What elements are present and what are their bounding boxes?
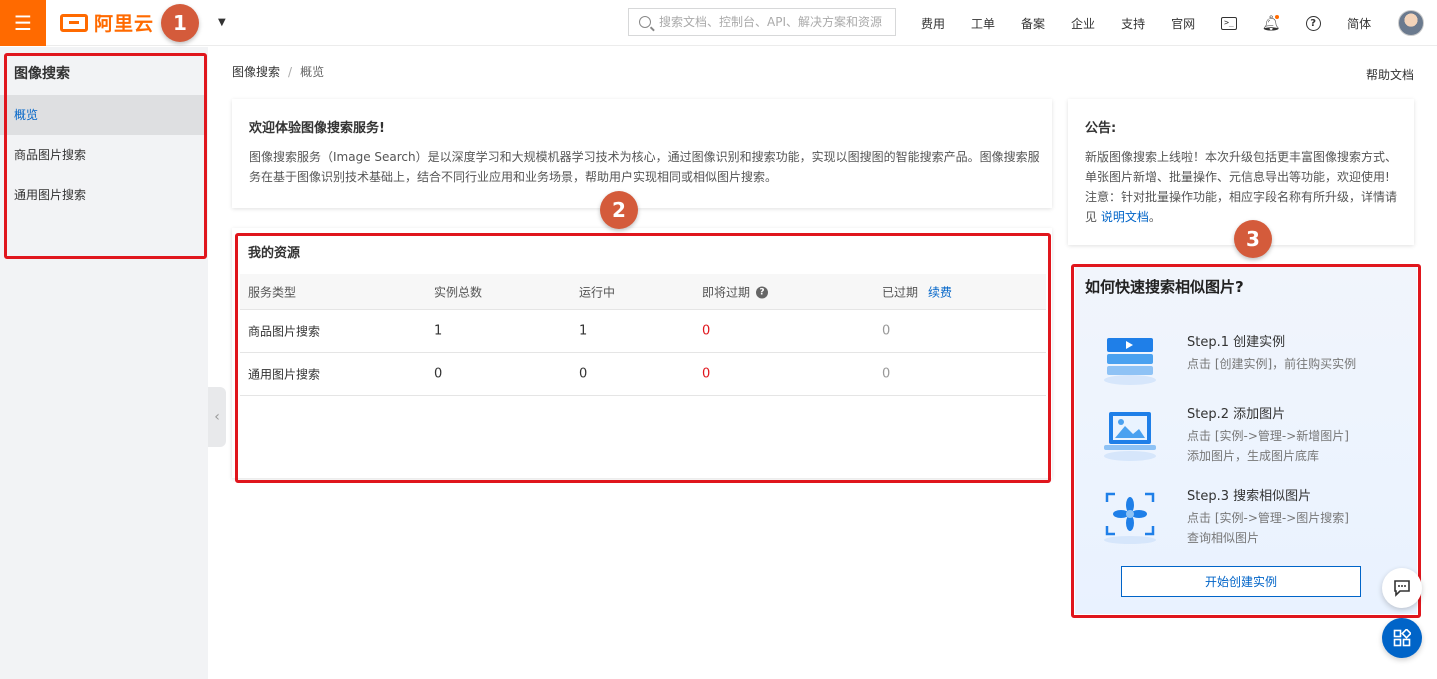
language-switch[interactable]: 简体 <box>1347 15 1371 32</box>
welcome-desc-line2: 务在基于图像识别技术基础上，结合不同行业应用和业务场景，帮助用户实现相同或相似图… <box>249 170 778 184</box>
renew-link[interactable]: 续费 <box>928 285 952 299</box>
sidebar-item-overview[interactable]: 概览 <box>0 95 204 135</box>
row-expiring: 0 <box>702 323 711 339</box>
step1-title: Step.1 创建实例 <box>1187 335 1286 350</box>
header-running: 运行中 <box>579 285 616 299</box>
row-service-type: 通用图片搜索 <box>248 367 321 382</box>
terminal-icon[interactable]: >_ <box>1221 15 1238 31</box>
chat-bubble-icon[interactable] <box>1382 568 1422 608</box>
sidebar-item-product-search[interactable]: 商品图片搜索 <box>0 135 204 175</box>
annotation-badge-1: 1 <box>161 4 199 42</box>
step3-desc-line2: 查询相似图片 <box>1187 531 1260 545</box>
aliyun-logo[interactable]: 阿里云 <box>60 9 154 36</box>
header-expiring: 即将过期? <box>702 283 769 300</box>
sidebar: 图像搜索 概览 商品图片搜索 通用图片搜索 <box>0 47 208 679</box>
row-running: 0 <box>579 366 588 382</box>
global-search-box[interactable] <box>628 8 896 36</box>
row-expiring: 0 <box>702 366 711 382</box>
welcome-title: 欢迎体验图像搜索服务! <box>249 121 385 136</box>
sidebar-title: 图像搜索 <box>14 66 70 82</box>
region-dropdown-caret-icon[interactable]: ▼ <box>218 17 226 28</box>
row-expired: 0 <box>882 366 891 382</box>
breadcrumb: 图像搜索 / 概览 <box>232 63 324 80</box>
notice-title: 公告: <box>1085 121 1117 136</box>
bell-icon[interactable]: 🔔︎ <box>1262 14 1281 32</box>
step2-desc-line1: 点击 [实例->管理->新增图片] <box>1187 429 1349 443</box>
annotation-badge-3: 3 <box>1234 220 1272 258</box>
nav-enterprise[interactable]: 企业 <box>1071 15 1095 32</box>
start-create-instance-button[interactable]: 开始创建实例 <box>1121 566 1361 597</box>
row-service-type: 商品图片搜索 <box>248 324 321 339</box>
header-total: 实例总数 <box>434 285 483 299</box>
resources-title: 我的资源 <box>248 246 301 261</box>
avatar[interactable] <box>1398 10 1424 36</box>
top-navigation-bar: ☰ 阿里云 ▼ 费用 工单 备案 企业 支持 官网 >_ 🔔︎ ? 简体 <box>0 0 1437 46</box>
row-expired: 0 <box>882 323 891 339</box>
header-service-type: 服务类型 <box>248 285 297 299</box>
table-row: 通用图片搜索 0 0 0 0 <box>240 353 1046 396</box>
quick-start-title: 如何快速搜索相似图片? <box>1085 278 1244 296</box>
step3-title: Step.3 搜索相似图片 <box>1187 489 1312 504</box>
nav-support[interactable]: 支持 <box>1121 15 1145 32</box>
notice-line4-prefix: 见 <box>1085 210 1101 224</box>
resources-table: 服务类型 实例总数 运行中 即将过期? 已过期 续费 商品图片搜索 1 1 0 0… <box>240 274 1046 396</box>
logo-text: 阿里云 <box>94 13 155 35</box>
step2-desc-line2: 添加图片，生成图片底库 <box>1187 449 1320 463</box>
header-expired: 已过期 续费 <box>882 283 952 300</box>
notice-line3: 注意：针对批量操作功能，相应字段名称有所升级，详情请 <box>1085 190 1398 204</box>
top-nav-menu: 费用 工单 备案 企业 支持 官网 >_ 🔔︎ ? 简体 <box>921 0 1397 46</box>
server-stack-icon <box>1104 338 1156 385</box>
table-row: 商品图片搜索 1 1 0 0 <box>240 310 1046 353</box>
nav-ticket[interactable]: 工单 <box>971 15 995 32</box>
row-total: 1 <box>434 323 443 339</box>
chat-glyph-icon <box>1394 580 1410 597</box>
help-icon[interactable]: ? <box>1305 15 1321 31</box>
nav-website[interactable]: 官网 <box>1171 15 1195 32</box>
scan-flower-icon <box>1104 492 1156 544</box>
nav-billing[interactable]: 费用 <box>921 15 945 32</box>
logo-mark-icon <box>60 13 88 32</box>
notice-line1: 新版图像搜索上线啦！本次升级包括更丰富图像搜索方式、 <box>1085 150 1398 164</box>
hamburger-icon[interactable]: ☰ <box>0 0 46 46</box>
welcome-desc-line1: 图像搜索服务（Image Search）是以深度学习和大规模机器学习技术为核心，… <box>249 150 1040 164</box>
header-expiring-label: 即将过期 <box>702 285 751 299</box>
quick-start-panel: 如何快速搜索相似图片? Step.1 创建实例 点击 [创建实例]，前往购买实例… <box>1075 266 1417 614</box>
breadcrumb-separator: / <box>288 65 293 79</box>
help-doc-link[interactable]: 帮助文档 <box>1366 66 1414 83</box>
step1-desc: 点击 [创建实例]，前往购买实例 <box>1187 357 1357 371</box>
annotation-badge-2: 2 <box>600 191 638 229</box>
sidebar-item-general-search[interactable]: 通用图片搜索 <box>0 175 204 215</box>
notice-line4-suffix: 。 <box>1148 210 1161 224</box>
step2-title: Step.2 添加图片 <box>1187 407 1286 422</box>
table-header-row: 服务类型 实例总数 运行中 即将过期? 已过期 续费 <box>240 274 1046 310</box>
notice-doc-link[interactable]: 说明文档 <box>1101 210 1149 224</box>
search-icon <box>639 16 651 28</box>
apps-grid-icon[interactable] <box>1382 618 1422 658</box>
header-expired-label: 已过期 <box>882 285 919 299</box>
search-input[interactable] <box>659 15 889 29</box>
sidebar-collapse-chevron-icon[interactable]: ‹ <box>208 387 226 447</box>
breadcrumb-root[interactable]: 图像搜索 <box>232 65 280 79</box>
step3-desc-line1: 点击 [实例->管理->图片搜索] <box>1187 511 1349 525</box>
laptop-image-icon <box>1104 412 1156 461</box>
row-total: 0 <box>434 366 443 382</box>
question-icon[interactable]: ? <box>756 286 769 299</box>
welcome-card: 欢迎体验图像搜索服务! 图像搜索服务（Image Search）是以深度学习和大… <box>232 99 1052 208</box>
row-running: 1 <box>579 323 588 339</box>
breadcrumb-current: 概览 <box>300 65 325 79</box>
nav-icp[interactable]: 备案 <box>1021 15 1045 32</box>
apps-glyph-icon <box>1393 629 1411 647</box>
notice-line4: 见 说明文档。 <box>1085 207 1161 227</box>
notice-line2: 单张图片新增、批量操作、元信息导出等功能，欢迎使用! <box>1085 170 1390 184</box>
